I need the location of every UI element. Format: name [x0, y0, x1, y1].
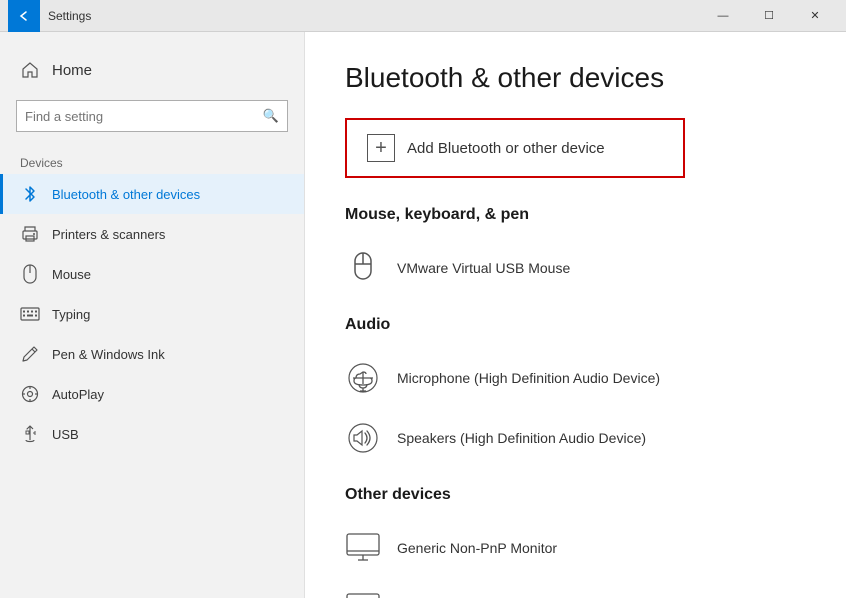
bluetooth-icon	[20, 184, 40, 204]
sidebar-item-bluetooth[interactable]: Bluetooth & other devices	[0, 174, 304, 214]
back-button[interactable]	[8, 0, 40, 32]
sidebar-usb-label: USB	[52, 427, 79, 442]
vmware-mouse-name: VMware Virtual USB Mouse	[397, 260, 570, 276]
sidebar-mouse-label: Mouse	[52, 267, 91, 282]
pen-icon	[20, 344, 40, 364]
printer-icon	[20, 224, 40, 244]
mouse-icon	[20, 264, 40, 284]
microphone-icon	[345, 360, 381, 396]
plus-icon: +	[367, 134, 395, 162]
network-icon	[345, 590, 381, 598]
microphone-name: Microphone (High Definition Audio Device…	[397, 370, 660, 386]
usb-icon	[20, 424, 40, 444]
autoplay-icon	[20, 384, 40, 404]
add-device-label: Add Bluetooth or other device	[407, 140, 605, 157]
sidebar-item-printers[interactable]: Printers & scanners	[0, 214, 304, 254]
search-icon: 🔍	[263, 108, 279, 124]
mouse-keyboard-header: Mouse, keyboard, & pen	[345, 206, 806, 224]
sidebar-item-typing[interactable]: Typing	[0, 294, 304, 334]
sidebar-section-label: Devices	[0, 148, 304, 174]
monitor-icon	[345, 530, 381, 566]
list-item: Generic Non-PnP Monitor	[345, 520, 806, 576]
monitor-name: Generic Non-PnP Monitor	[397, 540, 557, 556]
mouse-device-icon	[345, 250, 381, 286]
other-devices-section: Other devices Generic Non-PnP Monitor	[345, 486, 806, 598]
page-title: Bluetooth & other devices	[345, 62, 806, 94]
sidebar-item-autoplay[interactable]: AutoPlay	[0, 374, 304, 414]
sidebar-printers-label: Printers & scanners	[52, 227, 165, 242]
home-icon	[20, 60, 40, 80]
sidebar-bluetooth-label: Bluetooth & other devices	[52, 187, 200, 202]
close-button[interactable]: ✕	[792, 0, 838, 32]
search-input[interactable]	[25, 109, 263, 124]
search-box[interactable]: 🔍	[16, 100, 288, 132]
list-item: Intel(R) 82574L Gigabit Network Connecti…	[345, 580, 806, 598]
sidebar-pen-label: Pen & Windows Ink	[52, 347, 165, 362]
sidebar-autoplay-label: AutoPlay	[52, 387, 104, 402]
mouse-keyboard-section: Mouse, keyboard, & pen VMware Virtual US…	[345, 206, 806, 296]
speakers-name: Speakers (High Definition Audio Device)	[397, 430, 646, 446]
speakers-icon	[345, 420, 381, 456]
sidebar: Home 🔍 Devices Bluetooth & other devices	[0, 32, 305, 598]
audio-section: Audio Microphone (High Definition Audio …	[345, 316, 806, 466]
maximize-button[interactable]: ☐	[746, 0, 792, 32]
audio-header: Audio	[345, 316, 806, 334]
typing-icon	[20, 304, 40, 324]
sidebar-item-pen[interactable]: Pen & Windows Ink	[0, 334, 304, 374]
list-item: Microphone (High Definition Audio Device…	[345, 350, 806, 406]
content-area: Bluetooth & other devices + Add Bluetoot…	[305, 32, 846, 598]
window-body: Home 🔍 Devices Bluetooth & other devices	[0, 32, 846, 598]
add-device-button[interactable]: + Add Bluetooth or other device	[345, 118, 685, 178]
sidebar-item-usb[interactable]: USB	[0, 414, 304, 454]
home-label: Home	[52, 62, 92, 79]
other-devices-header: Other devices	[345, 486, 806, 504]
sidebar-item-home[interactable]: Home	[0, 52, 304, 96]
list-item: Speakers (High Definition Audio Device)	[345, 410, 806, 466]
window-title: Settings	[48, 9, 700, 23]
window-controls: — ☐ ✕	[700, 0, 838, 32]
sidebar-typing-label: Typing	[52, 307, 90, 322]
title-bar: Settings — ☐ ✕	[0, 0, 846, 32]
sidebar-item-mouse[interactable]: Mouse	[0, 254, 304, 294]
list-item: VMware Virtual USB Mouse	[345, 240, 806, 296]
minimize-button[interactable]: —	[700, 0, 746, 32]
